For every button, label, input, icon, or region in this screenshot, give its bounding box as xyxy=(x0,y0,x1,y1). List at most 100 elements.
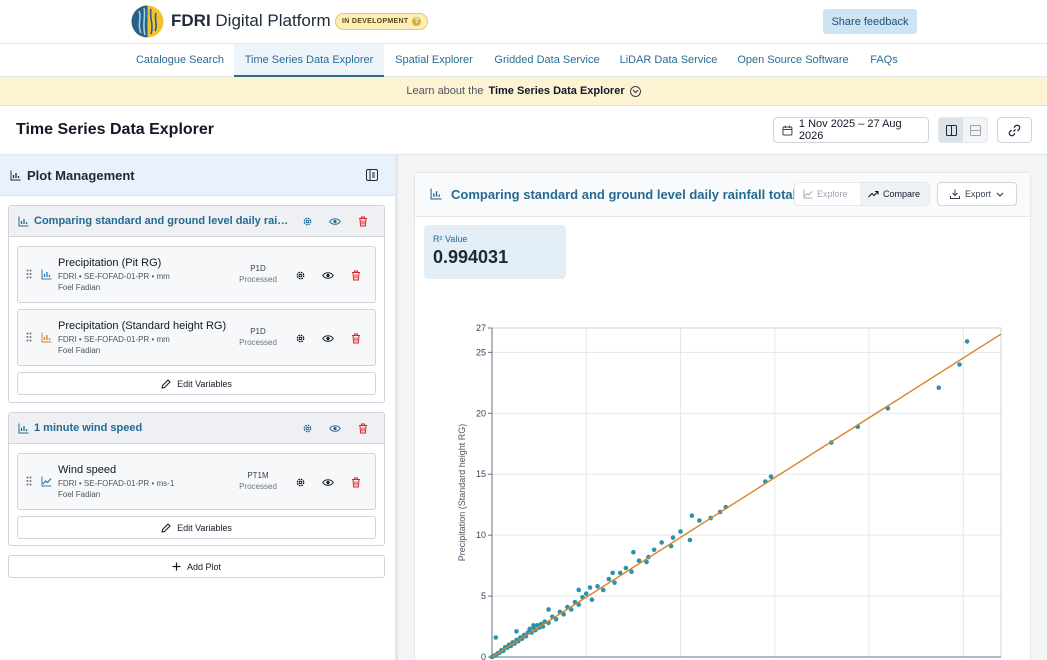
add-plot-label: Add Plot xyxy=(186,561,222,572)
explore-mode-button[interactable]: Explore xyxy=(795,183,860,205)
data-point xyxy=(689,513,695,518)
tab-time-series-data-explorer[interactable]: Time Series Data Explorer xyxy=(234,44,384,77)
learn-banner[interactable]: Learn about the Time Series Data Explore… xyxy=(0,77,1047,106)
group-delete-button[interactable] xyxy=(356,214,370,228)
variable-settings-button[interactable] xyxy=(293,268,307,282)
y-tick-label: 0 xyxy=(481,652,486,660)
eye-icon xyxy=(329,217,341,225)
tab-gridded-data-service[interactable]: Gridded Data Service xyxy=(484,44,610,77)
variable-visibility-button[interactable] xyxy=(321,475,335,489)
variable-card[interactable]: Precipitation (Standard height RG) FDRI … xyxy=(17,309,376,366)
tab-faqs[interactable]: FAQs xyxy=(859,44,909,77)
tab-spatial-explorer[interactable]: Spatial Explorer xyxy=(384,44,484,77)
date-range-picker[interactable]: 1 Nov 2025 – 27 Aug 2026 xyxy=(773,117,929,143)
variable-delete-button[interactable] xyxy=(349,475,363,489)
data-point xyxy=(576,587,582,593)
copy-link-button[interactable] xyxy=(997,117,1032,143)
trash-icon xyxy=(352,333,360,343)
data-point xyxy=(936,385,942,391)
layout-columns-button[interactable] xyxy=(939,118,963,142)
plot-group-header[interactable]: 1 minute wind speed xyxy=(9,413,384,444)
y-tick-label: 25 xyxy=(476,347,486,357)
variable-meta: FDRI • SE-FOFAD-01-PR • mm xyxy=(58,272,170,281)
group-visibility-button[interactable] xyxy=(328,214,342,228)
variable-name: Precipitation (Standard height RG) xyxy=(58,320,227,332)
data-point xyxy=(659,540,664,545)
variable-delete-button[interactable] xyxy=(349,331,363,345)
drag-handle-icon[interactable] xyxy=(26,269,32,279)
chevron-down-icon[interactable] xyxy=(629,85,641,97)
plot-management-header: Plot Management xyxy=(0,155,395,196)
compare-mode-label: Compare xyxy=(883,189,921,199)
add-plot-button[interactable]: Add Plot xyxy=(8,555,385,578)
group-settings-button[interactable] xyxy=(300,421,314,435)
variable-settings-button[interactable] xyxy=(293,331,307,345)
variable-visibility-button[interactable] xyxy=(321,331,335,345)
plot-group-title[interactable]: 1 minute wind speed xyxy=(34,422,290,434)
data-point xyxy=(687,537,693,543)
tab-catalogue-search[interactable]: Catalogue Search xyxy=(125,44,235,77)
variable-delete-button[interactable] xyxy=(349,268,363,282)
eye-icon xyxy=(322,271,334,279)
r2-value-box: R² Value 0.994031 xyxy=(424,225,566,279)
plot-group-title[interactable]: Comparing standard and ground level dail… xyxy=(34,215,290,227)
learn-link[interactable]: Time Series Data Explorer xyxy=(488,85,624,97)
data-point xyxy=(670,535,676,540)
bar-chart-icon xyxy=(18,216,29,227)
gear-icon xyxy=(303,217,311,225)
trash-icon xyxy=(359,423,367,433)
r2-value: 0.994031 xyxy=(433,247,509,267)
collapse-panel-icon[interactable] xyxy=(366,169,378,181)
data-point xyxy=(697,518,702,523)
rows-icon xyxy=(969,124,981,136)
calendar-icon xyxy=(782,125,793,135)
fdri-logo-icon[interactable] xyxy=(131,5,164,38)
bar-chart-icon xyxy=(430,188,442,200)
group-visibility-button[interactable] xyxy=(328,421,342,435)
variable-settings-button[interactable] xyxy=(293,475,307,489)
share-feedback-button[interactable]: Share feedback xyxy=(823,9,917,34)
group-settings-button[interactable] xyxy=(300,214,314,228)
plot-group: Comparing standard and ground level dail… xyxy=(8,205,385,403)
variable-card[interactable]: Wind speed FDRI • SE-FOFAD-01-PR • ms-1 … xyxy=(17,453,376,510)
variable-resolution: P1D xyxy=(250,327,266,336)
drag-handle-icon[interactable] xyxy=(26,476,32,486)
variable-card[interactable]: Precipitation (Pit RG) FDRI • SE-FOFAD-0… xyxy=(17,246,376,303)
variable-site: Foel Fadian xyxy=(58,283,101,292)
drag-handle-icon[interactable] xyxy=(26,332,32,342)
eye-icon xyxy=(322,334,334,342)
trend-line xyxy=(491,333,1002,658)
export-button[interactable]: Export xyxy=(937,182,1017,206)
data-point xyxy=(595,584,600,589)
columns-icon xyxy=(945,124,957,136)
edit-variables-label: Edit Variables xyxy=(177,378,232,389)
badge-label: IN DEVELOPMENT xyxy=(342,18,409,25)
eye-icon xyxy=(329,424,341,432)
top-header: FDRI Digital Platform IN DEVELOPMENT ? S… xyxy=(0,0,1047,44)
edit-variables-button[interactable]: Edit Variables xyxy=(17,372,376,395)
variable-visibility-button[interactable] xyxy=(321,268,335,282)
in-development-badge[interactable]: IN DEVELOPMENT ? xyxy=(335,13,429,30)
trash-icon xyxy=(352,270,360,280)
data-point xyxy=(493,635,499,640)
scatter-chart[interactable]: 0 5 10 15 20 25 27 Precipitation (Standard heig… xyxy=(415,283,1030,660)
help-icon[interactable]: ? xyxy=(412,17,422,26)
tab-open-source-software[interactable]: Open Source Software xyxy=(727,44,859,77)
compare-mode-button[interactable]: Compare xyxy=(860,183,929,205)
variable-status: Processed xyxy=(239,482,277,491)
data-point xyxy=(651,547,657,553)
layout-rows-button[interactable] xyxy=(963,118,987,142)
plot-group-header[interactable]: Comparing standard and ground level dail… xyxy=(9,206,384,237)
export-label: Export xyxy=(964,189,991,199)
plot-card-header: Comparing standard and ground level dail… xyxy=(415,173,1030,217)
brand-title[interactable]: FDRI Digital Platform xyxy=(171,11,331,31)
variable-site: Foel Fadian xyxy=(58,490,101,499)
tab-lidar-data-service[interactable]: LiDAR Data Service xyxy=(610,44,727,77)
edit-variables-button[interactable]: Edit Variables xyxy=(17,516,376,539)
plot-card: Comparing standard and ground level dail… xyxy=(414,172,1031,660)
data-point xyxy=(606,576,612,582)
page-title: Time Series Data Explorer xyxy=(16,121,215,138)
edit-variables-label: Edit Variables xyxy=(177,522,232,533)
group-delete-button[interactable] xyxy=(356,421,370,435)
date-range-text: 1 Nov 2025 – 27 Aug 2026 xyxy=(798,118,902,142)
